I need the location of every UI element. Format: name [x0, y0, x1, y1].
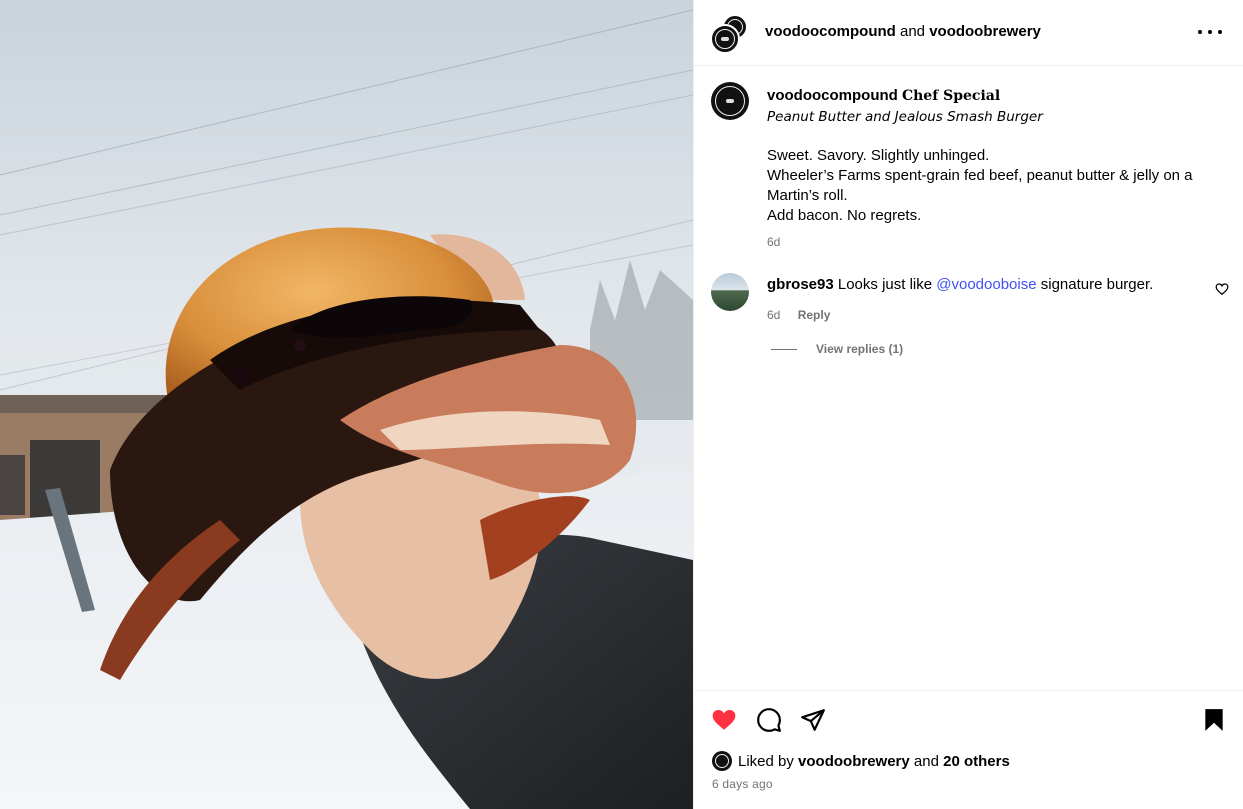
comment-mention[interactable]: @voodooboise [936, 276, 1036, 293]
likes-others[interactable]: 20 others [943, 753, 1010, 770]
heart-icon[interactable] [1215, 282, 1229, 296]
caption-line: Wheeler’s Farms spent-grain fed beef, pe… [767, 167, 1193, 184]
share-icon[interactable] [800, 707, 826, 733]
comment-username[interactable]: gbrose93 [767, 276, 834, 293]
avatar[interactable] [711, 273, 749, 311]
comment-icon[interactable] [756, 707, 782, 733]
caption-text: Sweet. Savory. Slightly unhinged. Wheele… [767, 146, 1217, 226]
caption-line: Martin’s roll. [767, 187, 848, 204]
heart-icon[interactable] [711, 707, 737, 733]
post-timestamp: 6 days ago [712, 777, 773, 791]
view-replies-button[interactable]: View replies (1) [771, 342, 903, 356]
likes-username[interactable]: voodoobrewery [798, 753, 910, 770]
likes-prefix: Liked by [738, 752, 794, 770]
caption-username[interactable]: voodoocompound [767, 87, 898, 104]
view-replies-label: View replies (1) [816, 342, 904, 356]
avatar [710, 24, 740, 54]
more-horizontal-icon[interactable] [1198, 22, 1222, 42]
post-panel: voodoocompound and voodoobrewery voodooc… [693, 0, 1243, 809]
burger-photo [0, 0, 693, 809]
divider [771, 348, 797, 350]
caption-line: Sweet. Savory. Slightly unhinged. [767, 147, 990, 164]
author-username[interactable]: voodoocompound [765, 23, 896, 40]
reply-button[interactable]: Reply [798, 308, 831, 322]
collab-avatars[interactable] [710, 14, 750, 54]
caption-title: Chef Special [901, 88, 1001, 104]
avatar[interactable] [711, 82, 749, 120]
post-actions: Liked by voodoobrewery and 20 others 6 d… [694, 690, 1243, 809]
bookmark-icon[interactable] [1201, 707, 1227, 733]
post-image[interactable] [0, 0, 693, 809]
comment-text: Looks just like [837, 276, 933, 293]
avatar[interactable] [712, 751, 732, 771]
collaborator-username[interactable]: voodoobrewery [929, 23, 1041, 40]
caption-line: Add bacon. No regrets. [767, 207, 922, 224]
post-authors: voodoocompound and voodoobrewery [765, 23, 1041, 40]
comment-text: signature burger. [1040, 276, 1154, 293]
author-connector: and [899, 23, 926, 40]
post-header: voodoocompound and voodoobrewery [694, 0, 1243, 66]
likes-summary: Liked by voodoobrewery and 20 others [712, 751, 1010, 771]
comment-time: 6d [767, 308, 781, 322]
caption-subtitle: Peanut Butter and Jealous Smash Burger [767, 109, 1043, 125]
likes-connector: and [913, 752, 939, 770]
caption-time: 6d [767, 235, 781, 249]
